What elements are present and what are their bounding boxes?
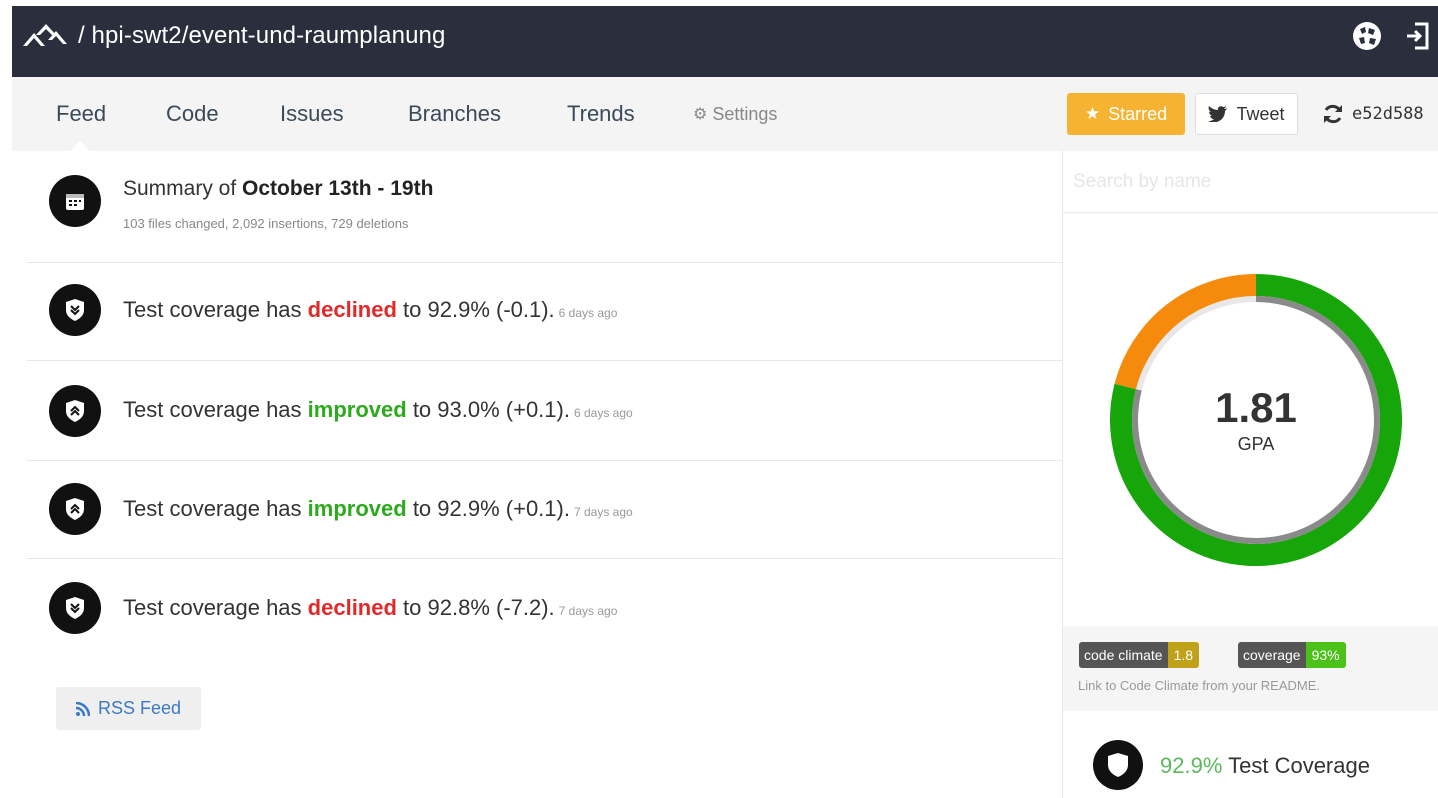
tab-issues[interactable]: Issues	[280, 77, 344, 151]
shield-up-icon	[49, 385, 101, 437]
rss-feed-button[interactable]: RSS Feed	[56, 687, 201, 730]
shield-down-icon	[49, 284, 101, 336]
feed-text: Test coverage has declined to 92.9% (-0.…	[123, 297, 618, 322]
rss-label: RSS Feed	[97, 698, 182, 718]
globe-icon[interactable]	[1351, 20, 1383, 52]
tweet-button[interactable]: Tweet	[1195, 93, 1298, 135]
summary-title: Summary of October 13th - 19th	[123, 177, 434, 200]
sign-in-icon[interactable]	[1405, 22, 1431, 50]
shield-icon	[1093, 740, 1143, 790]
search-input[interactable]: Search by name	[1063, 151, 1438, 213]
tab-branches[interactable]: Branches	[408, 77, 501, 151]
tab-settings[interactable]: ⚙ Settings	[693, 77, 777, 151]
refresh-icon	[1324, 104, 1342, 124]
commit-link[interactable]: e52d588	[1322, 93, 1424, 135]
badge-value: 1.8	[1167, 642, 1200, 668]
test-coverage-text[interactable]: 92.9% Test Coverage	[1160, 753, 1370, 779]
code-climate-badge[interactable]: code climate 1.8	[1079, 642, 1200, 668]
feed-item[interactable]: Test coverage has improved to 92.9% (+0.…	[27, 461, 1062, 559]
feed-item[interactable]: Test coverage has declined to 92.8% (-7.…	[27, 559, 1062, 659]
badge-hint: Link to Code Climate from your README.	[1078, 678, 1321, 693]
star-icon: ★	[1084, 104, 1101, 123]
active-tab-caret	[70, 140, 90, 151]
tab-code[interactable]: Code	[166, 77, 219, 151]
feed-text: Test coverage has improved to 93.0% (+0.…	[123, 397, 633, 422]
shield-up-icon	[49, 483, 101, 535]
gpa-label: GPA	[1237, 434, 1275, 454]
badges-panel	[1063, 627, 1438, 711]
feed-text: Test coverage has improved to 92.9% (+0.…	[123, 496, 633, 521]
gear-icon: ⚙	[693, 106, 708, 123]
tab-settings-label: Settings	[712, 103, 778, 124]
feed-item[interactable]: Test coverage has declined to 92.9% (-0.…	[27, 263, 1062, 361]
badge-value: 93%	[1305, 642, 1346, 668]
starred-button[interactable]: ★ Starred	[1067, 93, 1185, 135]
summary-details: 103 files changed, 2,092 insertions, 729…	[123, 216, 409, 231]
calendar-icon	[49, 175, 101, 227]
feed-item[interactable]: Test coverage has improved to 93.0% (+0.…	[27, 361, 1062, 461]
codeclimate-logo-icon[interactable]	[22, 22, 68, 50]
commit-hash: e52d588	[1352, 104, 1424, 124]
summary-item[interactable]: Summary of October 13th - 19th 103 files…	[27, 151, 1062, 263]
gpa-value: 1.81	[1215, 384, 1297, 431]
shield-down-icon	[49, 582, 101, 634]
tweet-label: Tweet	[1236, 103, 1285, 124]
repo-path[interactable]: / hpi-swt2/event-und-raumplanung	[78, 0, 445, 71]
tab-trends[interactable]: Trends	[567, 77, 635, 151]
coverage-badge[interactable]: coverage 93%	[1238, 642, 1346, 668]
starred-label: Starred	[1108, 103, 1168, 124]
summary-range: October 13th - 19th	[242, 177, 434, 200]
badge-key: coverage	[1238, 642, 1306, 668]
badge-key: code climate	[1079, 642, 1168, 668]
twitter-bird-icon	[1208, 106, 1228, 122]
rss-icon	[75, 701, 90, 716]
feed-text: Test coverage has declined to 92.8% (-7.…	[123, 595, 618, 620]
